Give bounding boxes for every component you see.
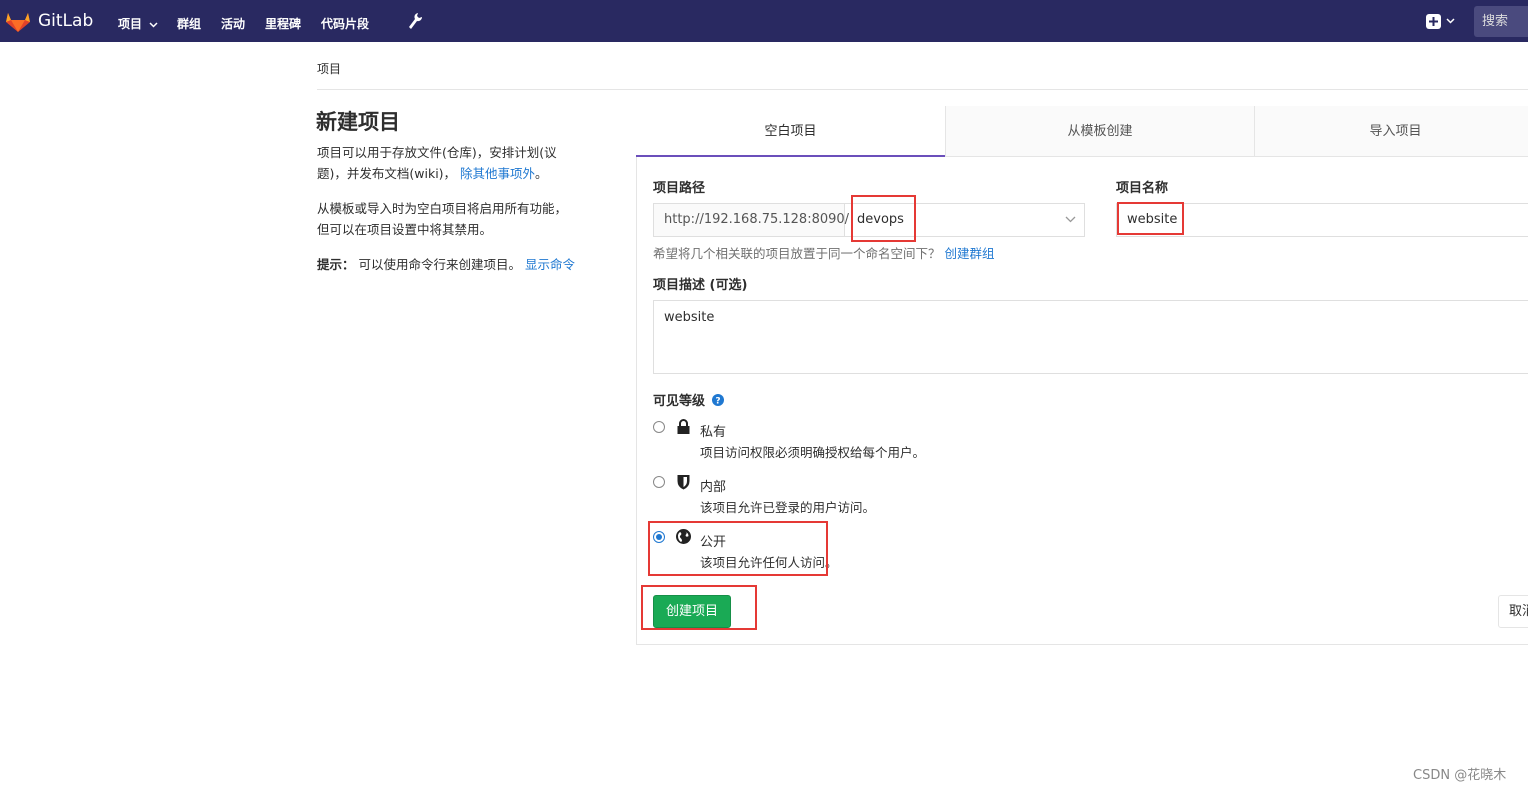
visibility-private-desc: 项目访问权限必须明确授权给每个用户。 — [700, 445, 926, 460]
svg-text:?: ? — [715, 397, 720, 407]
description-label: 项目描述 (可选) — [653, 278, 748, 293]
tab-from-template[interactable]: 从模板创建 — [945, 106, 1254, 157]
project-name-input[interactable]: website — [1116, 203, 1528, 237]
visibility-private-radio[interactable] — [653, 421, 665, 433]
nav-milestones[interactable]: 里程碑 — [265, 15, 301, 32]
nav-projects[interactable]: 项目 — [118, 15, 158, 32]
breadcrumb[interactable]: 项目 — [317, 60, 341, 77]
name-label: 项目名称 — [1116, 181, 1169, 196]
visibility-internal-desc: 该项目允许已登录的用户访问。 — [700, 500, 876, 515]
template-note: 从模板或导入时为空白项目将启用所有功能， 但可以在项目设置中将其禁用。 — [317, 201, 568, 237]
create-project-button[interactable]: 创建项目 — [653, 595, 731, 628]
visibility-public-radio[interactable] — [653, 531, 665, 543]
chevron-down-icon — [1065, 216, 1076, 223]
namespace-help: 希望将几个相关联的项目放置于同一个命名空间下？ 创建群组 — [653, 246, 995, 261]
shield-icon — [677, 475, 690, 490]
help-icon[interactable]: ? — [711, 394, 724, 407]
divider — [317, 89, 1528, 90]
tab-blank-project[interactable]: 空白项目 — [636, 106, 945, 157]
more-link[interactable]: 除其他事项外 — [460, 166, 535, 181]
tab-import-project[interactable]: 导入项目 — [1254, 106, 1528, 157]
globe-icon — [676, 529, 691, 544]
search-input[interactable]: 搜索 — [1474, 6, 1528, 37]
page-title: 新建项目 — [316, 110, 400, 134]
tip: 提示： 可以使用命令行来创建项目。 显示命令 — [317, 257, 576, 272]
wrench-icon[interactable] — [407, 12, 423, 30]
watermark: CSDN @花晓木 — [1413, 768, 1507, 783]
lock-icon — [677, 419, 690, 434]
gitlab-logo[interactable] — [5, 9, 31, 33]
path-prefix: http://192.168.75.128:8090/ — [653, 203, 849, 237]
path-label: 项目路径 — [653, 181, 706, 196]
nav-activity[interactable]: 活动 — [221, 15, 245, 32]
create-group-link[interactable]: 创建群组 — [945, 246, 995, 261]
visibility-public-desc: 该项目允许任何人访问。 — [700, 555, 838, 570]
brand-name[interactable]: GitLab — [38, 11, 93, 31]
description-textarea[interactable]: website — [653, 300, 1528, 374]
visibility-label: 可见等级 ? — [653, 390, 724, 409]
project-description: 项目可以用于存放文件(仓库)，安排计划(议 题)，并发布文档(wiki)， 除其… — [317, 145, 557, 181]
nav-groups[interactable]: 群组 — [177, 15, 201, 32]
namespace-select[interactable]: devops — [845, 203, 1085, 237]
plus-square-icon[interactable] — [1426, 14, 1441, 29]
top-navbar: GitLab 项目 群组 活动 里程碑 代码片段 搜索 — [0, 0, 1528, 42]
visibility-internal-title: 内部 — [700, 480, 727, 495]
chevron-down-icon — [149, 22, 158, 28]
visibility-internal-radio[interactable] — [653, 476, 665, 488]
show-command-link[interactable]: 显示命令 — [525, 257, 575, 272]
nav-snippets[interactable]: 代码片段 — [321, 15, 369, 32]
chevron-down-icon[interactable] — [1446, 18, 1455, 24]
cancel-button[interactable]: 取消 — [1498, 595, 1528, 628]
visibility-private-title: 私有 — [700, 425, 727, 440]
visibility-public-title: 公开 — [700, 535, 727, 550]
